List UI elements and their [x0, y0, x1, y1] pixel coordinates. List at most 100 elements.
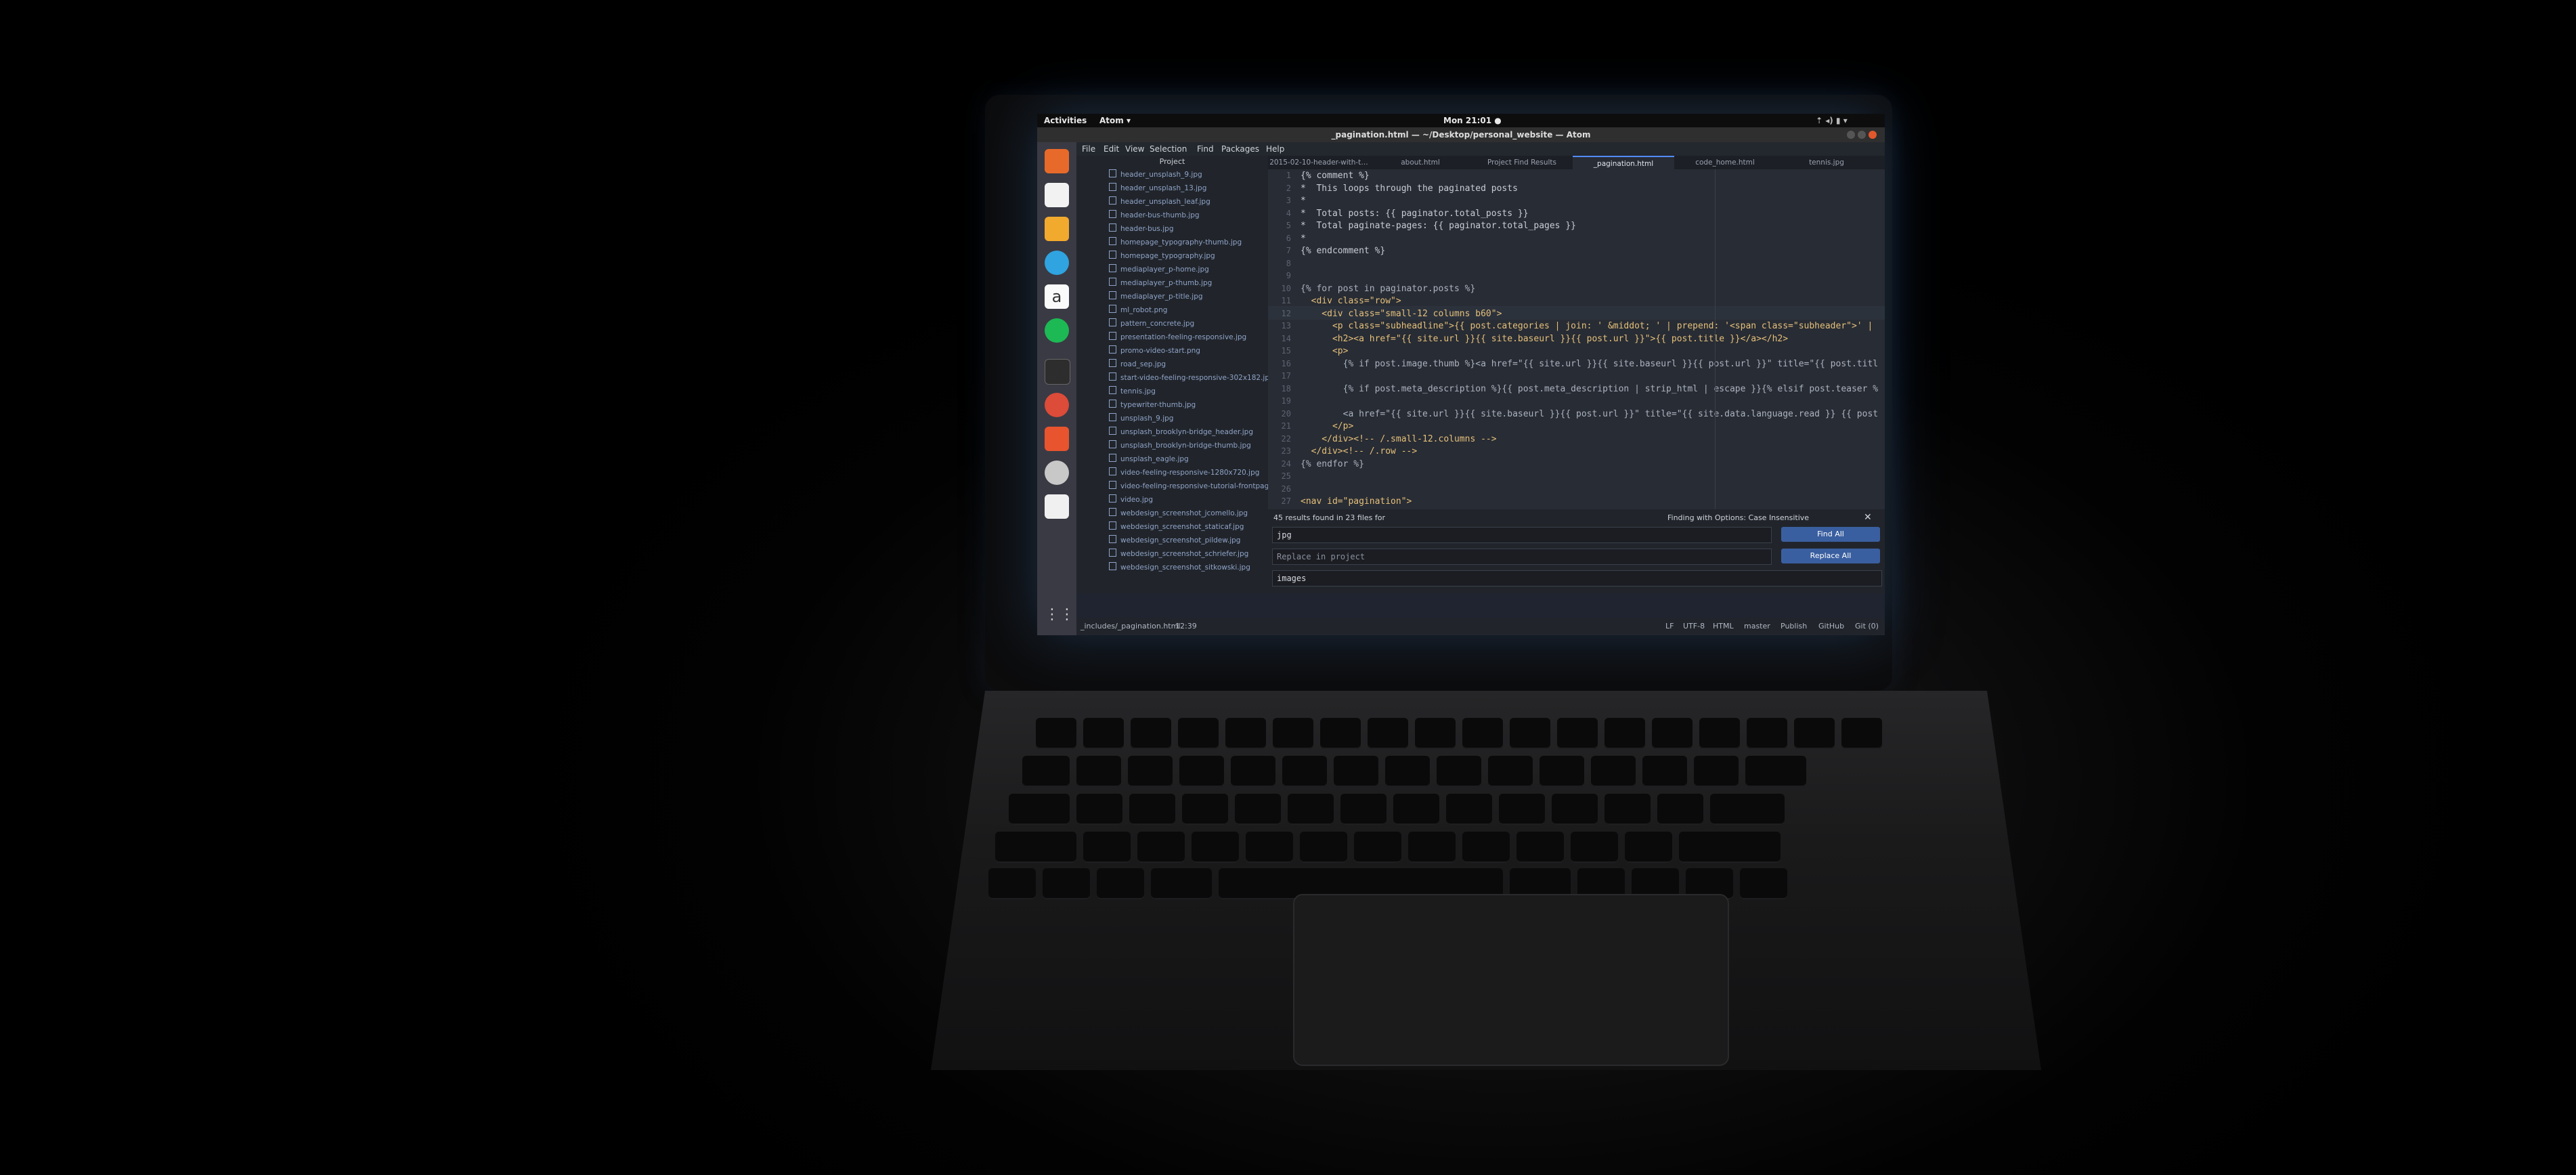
- tree-file[interactable]: presentation-feeling-responsive.jpg: [1109, 332, 1246, 345]
- status-publish[interactable]: Publish: [1781, 622, 1807, 631]
- tree-file[interactable]: tennis.jpg: [1109, 386, 1156, 400]
- code-line: </div><!-- /.small-12.columns -->: [1301, 433, 1497, 444]
- status-git[interactable]: Git (0): [1855, 622, 1879, 631]
- tree-file[interactable]: unsplash_9.jpg: [1109, 413, 1173, 427]
- menu-find[interactable]: Find: [1197, 144, 1214, 154]
- tree-file[interactable]: unsplash_brooklyn-bridge-thumb.jpg: [1109, 440, 1251, 454]
- status-line-ending[interactable]: LF: [1665, 622, 1674, 631]
- tree-file[interactable]: header_unsplash_leaf.jpg: [1109, 196, 1210, 210]
- tree-file[interactable]: start-video-feeling-responsive-302x182.j…: [1109, 372, 1274, 386]
- tree-file[interactable]: webdesign_screenshot_pildew.jpg: [1109, 535, 1240, 549]
- status-file-path[interactable]: _includes/_pagination.html: [1080, 622, 1180, 631]
- tree-file[interactable]: mediaplayer_p-thumb.jpg: [1109, 278, 1212, 291]
- settings-icon[interactable]: [1045, 427, 1069, 451]
- chrome-icon[interactable]: [1045, 393, 1069, 417]
- tree-file[interactable]: video-feeling-responsive-1280x720.jpg: [1109, 467, 1259, 481]
- replace-all-button[interactable]: Replace All: [1781, 549, 1880, 563]
- browser-icon[interactable]: [1045, 251, 1069, 275]
- line-number: 23: [1281, 446, 1291, 456]
- code-line: <nav id="pagination">: [1301, 496, 1412, 507]
- tree-file[interactable]: typewriter-thumb.jpg: [1109, 400, 1196, 413]
- system-tray-icon[interactable]: ⇡ ◂) ▮ ▾: [1816, 116, 1848, 125]
- code-line: <a href="{{ site.url }}{{ site.baseurl }…: [1301, 408, 1879, 419]
- tree-file[interactable]: pattern_concrete.jpg: [1109, 318, 1194, 332]
- tree-file[interactable]: unsplash_eagle.jpg: [1109, 454, 1189, 467]
- tree-file[interactable]: header-bus-thumb.jpg: [1109, 210, 1200, 223]
- status-grammar[interactable]: HTML: [1713, 622, 1734, 631]
- amazon-icon[interactable]: a: [1045, 284, 1069, 309]
- folder-icon[interactable]: [1045, 217, 1069, 241]
- tree-file[interactable]: header-bus.jpg: [1109, 223, 1173, 237]
- status-github[interactable]: GitHub: [1818, 622, 1844, 631]
- line-number: 7: [1286, 246, 1291, 255]
- tree-file[interactable]: webdesign_screenshot_schriefer.jpg: [1109, 549, 1248, 562]
- tab-tennis[interactable]: tennis.jpg: [1776, 156, 1877, 169]
- maximize-icon[interactable]: [1858, 131, 1866, 139]
- code-line: {% for post in paginator.posts %}: [1301, 283, 1476, 294]
- code-editor[interactable]: 1 {% comment %} 2 * This loops through the …: [1268, 169, 1885, 509]
- tree-file[interactable]: homepage_typography-thumb.jpg: [1109, 237, 1242, 251]
- status-bar: _includes/_pagination.html 12:39 LF UTF-…: [1076, 618, 1885, 635]
- code-line: <p>: [1301, 346, 1349, 356]
- line-number: 4: [1286, 208, 1291, 218]
- minimize-icon[interactable]: [1847, 131, 1855, 139]
- window-title: _pagination.html — ~/Desktop/personal_we…: [1331, 130, 1591, 140]
- clock[interactable]: Mon 21:01 ●: [1443, 116, 1502, 125]
- tree-file[interactable]: webdesign_screenshot_jcomello.jpg: [1109, 508, 1248, 521]
- tree-file[interactable]: mediaplayer_p-home.jpg: [1109, 264, 1209, 278]
- code-line: {% comment %}: [1301, 171, 1370, 181]
- tab-about[interactable]: about.html: [1370, 156, 1471, 169]
- tree-file[interactable]: webdesign_screenshot_staticaf.jpg: [1109, 521, 1244, 535]
- replace-input[interactable]: Replace in project: [1272, 549, 1772, 565]
- app-menu[interactable]: Atom ▾: [1099, 116, 1131, 125]
- disk-icon[interactable]: [1045, 461, 1069, 485]
- tree-file[interactable]: header_unsplash_13.jpg: [1109, 183, 1206, 196]
- ubuntu-logo-icon[interactable]: [1045, 149, 1069, 173]
- tree-file[interactable]: promo-video-start.png: [1109, 345, 1200, 359]
- close-icon[interactable]: [1869, 131, 1877, 139]
- menu-file[interactable]: File: [1082, 144, 1095, 154]
- tab-find-results[interactable]: Project Find Results: [1471, 156, 1573, 169]
- find-all-button[interactable]: Find All: [1781, 527, 1880, 542]
- tab-header-post[interactable]: 2015-02-10-header-with-t…: [1268, 156, 1370, 169]
- tree-file[interactable]: video.jpg: [1109, 494, 1153, 508]
- tree-file[interactable]: homepage_typography.jpg: [1109, 251, 1215, 264]
- files-icon[interactable]: [1045, 183, 1069, 207]
- tree-file[interactable]: webdesign_screenshot_sitkowski.jpg: [1109, 562, 1250, 576]
- menu-edit[interactable]: Edit: [1104, 144, 1119, 154]
- tab-code-home[interactable]: code_home.html: [1674, 156, 1776, 169]
- status-branch[interactable]: master: [1744, 622, 1770, 631]
- line-number: 14: [1281, 333, 1291, 343]
- menu-packages[interactable]: Packages: [1221, 144, 1259, 154]
- status-encoding[interactable]: UTF-8: [1683, 622, 1705, 631]
- activities-button[interactable]: Activities: [1044, 116, 1087, 125]
- launcher-dock: a ⋮⋮: [1037, 142, 1076, 635]
- find-options: Finding with Options: Case Insensitive: [1667, 513, 1810, 522]
- tree-file[interactable]: header_unsplash_9.jpg: [1109, 169, 1202, 183]
- line-number: 3: [1286, 196, 1291, 205]
- tree-file[interactable]: ml_robot.png: [1109, 305, 1167, 318]
- tree-file[interactable]: mediaplayer_p-title.jpg: [1109, 291, 1203, 305]
- menu-selection[interactable]: Selection: [1150, 144, 1187, 154]
- find-panel: 45 results found in 23 files for Finding…: [1268, 509, 1885, 593]
- menu-help[interactable]: Help: [1266, 144, 1284, 154]
- tab-pagination[interactable]: _pagination.html: [1573, 156, 1674, 171]
- status-cursor-position[interactable]: 12:39: [1175, 622, 1197, 631]
- code-line: * Total paginate-pages: {{ paginator.tot…: [1301, 221, 1576, 231]
- find-input[interactable]: jpg: [1272, 527, 1772, 543]
- line-number: 6: [1286, 233, 1291, 243]
- paths-input[interactable]: images: [1272, 570, 1882, 586]
- menu-view[interactable]: View: [1125, 144, 1144, 154]
- tree-file[interactable]: unsplash_brooklyn-bridge_header.jpg: [1109, 427, 1253, 440]
- terminal-icon[interactable]: [1045, 359, 1070, 385]
- tree-file[interactable]: road_sep.jpg: [1109, 359, 1166, 372]
- line-number: 1: [1286, 171, 1291, 180]
- tree-file[interactable]: video-feeling-responsive-tutorial-frontp…: [1109, 481, 1286, 494]
- close-find-icon[interactable]: ✕: [1864, 512, 1872, 523]
- app-grid-icon[interactable]: ⋮⋮: [1045, 603, 1074, 627]
- menu-bar: File Edit View Selection Find Packages H…: [1076, 142, 1885, 156]
- spotify-icon[interactable]: [1045, 318, 1069, 343]
- line-number: 18: [1281, 383, 1291, 393]
- line-number: 10: [1281, 283, 1291, 293]
- text-editor-icon[interactable]: [1045, 494, 1069, 519]
